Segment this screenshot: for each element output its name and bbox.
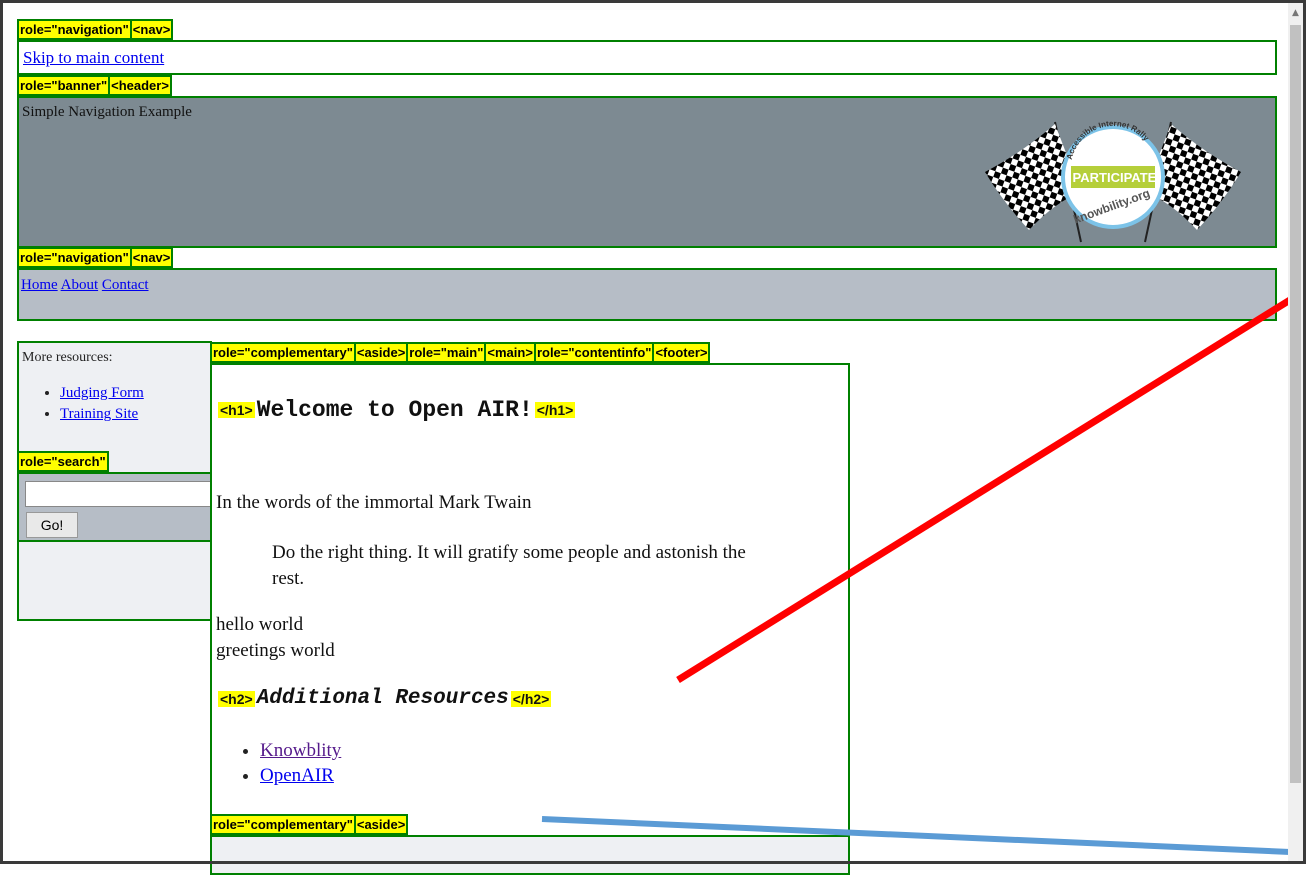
role-label: role="banner" <box>17 75 111 96</box>
role-label: role="contentinfo" <box>533 342 655 363</box>
main-content <box>210 363 850 873</box>
element-label: <aside> <box>353 814 409 835</box>
judging-form-link[interactable]: Judging Form <box>60 385 144 401</box>
role-label: role="complementary" <box>210 342 356 363</box>
page-heading: <h1> Welcome to Open AIR! </h1> <box>216 397 577 423</box>
greetings-text: greetings world <box>216 640 335 661</box>
sidebar-link-list: Judging Form Training Site <box>38 383 144 425</box>
page-heading-text: Welcome to Open AIR! <box>256 397 533 423</box>
h1-close-tag: </h1> <box>534 402 576 418</box>
h2-open-tag: <h2> <box>218 690 255 707</box>
nav-about-link[interactable]: About <box>61 277 99 293</box>
role-label: role="navigation" <box>17 19 132 40</box>
h1-open-tag: <h1> <box>218 402 255 418</box>
search-annotations: role="search" <box>17 451 109 472</box>
section-heading-text: Additional Resources <box>256 687 509 710</box>
hello-text: hello world <box>216 614 304 635</box>
knowblity-link[interactable]: Knowblity <box>260 740 341 761</box>
main-region-annotations: role="complementary" <aside> role="main"… <box>210 342 711 363</box>
search-go-button[interactable]: Go! <box>26 512 78 538</box>
search-region: Go! <box>17 472 221 542</box>
logo-main-text: I PARTICIPATE! <box>1065 170 1160 185</box>
nav-home-link[interactable]: Home <box>21 277 58 293</box>
skip-to-main-link[interactable]: Skip to main content <box>23 48 164 68</box>
intro-text: In the words of the immortal Mark Twain <box>216 492 532 513</box>
h2-close-tag: </h2> <box>510 690 552 707</box>
nav-top-annotations: role="navigation" <nav> <box>17 19 174 40</box>
main-nav-annotations: role="navigation" <nav> <box>17 247 174 268</box>
section-heading: <h2> Additional Resources </h2> <box>216 687 553 710</box>
list-item: Judging Form <box>60 383 144 404</box>
element-label: <nav> <box>129 19 174 40</box>
nav-links: Home About Contact <box>21 277 149 294</box>
scrollbar-thumb[interactable] <box>1290 25 1301 783</box>
banner-annotations: role="banner" <header> <box>17 75 172 96</box>
skip-nav-region: Skip to main content <box>17 40 1277 75</box>
element-label: <main> <box>484 342 536 363</box>
element-label: <aside> <box>353 342 409 363</box>
site-title: Simple Navigation Example <box>22 104 192 120</box>
element-label: <header> <box>108 75 172 96</box>
knowbility-logo: Accessible Internet Rally I PARTICIPATE!… <box>985 119 1241 243</box>
role-label: role="complementary" <box>210 814 356 835</box>
resources-list: Knowblity OpenAIR <box>236 738 341 788</box>
element-label: <nav> <box>129 247 174 268</box>
role-label: role="navigation" <box>17 247 132 268</box>
nav-contact-link[interactable]: Contact <box>102 277 149 293</box>
list-item: OpenAIR <box>260 763 341 788</box>
training-site-link[interactable]: Training Site <box>60 406 138 422</box>
search-input[interactable] <box>25 481 221 507</box>
openair-link[interactable]: OpenAIR <box>260 765 334 786</box>
complementary-aside <box>210 835 850 875</box>
list-item: Training Site <box>60 404 144 425</box>
scroll-up-arrow-icon[interactable]: ▲ <box>1288 5 1303 21</box>
vertical-scrollbar[interactable]: ▲ <box>1288 3 1303 864</box>
list-item: Knowblity <box>260 738 341 763</box>
sidebar-title: More resources: <box>22 350 113 365</box>
aside-annotations: role="complementary" <aside> <box>210 814 409 835</box>
site-header: Simple Navigation Example Accessible Int… <box>17 96 1277 248</box>
main-navigation: Home About Contact <box>17 268 1277 321</box>
element-label: <footer> <box>652 342 711 363</box>
role-label: role="main" <box>406 342 487 363</box>
role-label: role="search" <box>17 451 109 472</box>
blockquote: Do the right thing. It will gratify some… <box>272 542 746 589</box>
